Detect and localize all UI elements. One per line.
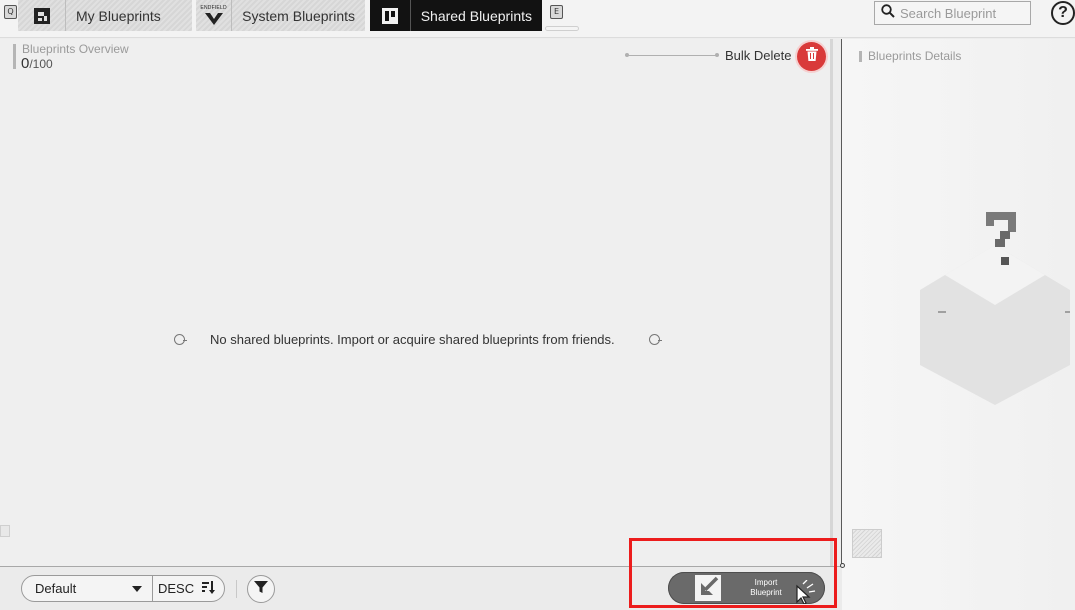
overview-title: Blueprints Overview — [22, 42, 129, 56]
sort-dropdown[interactable]: Default — [22, 576, 153, 601]
decorative-circle-icon — [649, 334, 662, 345]
panel-divider — [830, 39, 833, 566]
sort-descending-icon — [194, 580, 216, 597]
section-accent — [859, 51, 862, 62]
details-title: Blueprints Details — [868, 49, 962, 63]
key-hint-q: Q — [4, 5, 17, 19]
search-box[interactable] — [874, 1, 1031, 25]
sort-selected-label: Default — [35, 581, 77, 596]
tab-label: My Blueprints — [76, 7, 161, 24]
key-hint-e: E — [550, 5, 563, 19]
tab-label: Shared Blueprints — [420, 7, 532, 24]
blueprint-count: 0/100 — [21, 55, 53, 72]
trash-icon — [805, 47, 818, 66]
filter-button[interactable] — [247, 575, 275, 603]
chevron-down-icon — [132, 585, 142, 592]
shared-blueprints-icon — [370, 0, 411, 31]
endfield-logo-text: ENDFIELD — [200, 5, 227, 11]
decorative-circle-icon — [174, 334, 187, 345]
bulk-delete-label: Bulk Delete — [725, 48, 792, 63]
blueprints-overview-panel — [0, 39, 830, 566]
toolbar-separator — [236, 580, 237, 598]
blueprint-capacity: /100 — [29, 57, 53, 71]
hatched-placeholder — [852, 529, 882, 558]
tab-shared-blueprints[interactable]: Shared Blueprints — [370, 0, 542, 31]
top-tab-bar: Q My Blueprints ENDFIELD System Blueprin… — [0, 0, 1075, 38]
tab-indicator — [545, 26, 579, 31]
filter-icon — [254, 580, 268, 599]
bulk-delete-guide-line — [625, 53, 719, 57]
bulk-delete-button[interactable] — [797, 42, 826, 71]
search-input[interactable] — [900, 5, 1025, 21]
endfield-logo-icon: ENDFIELD — [196, 0, 233, 31]
tab-my-blueprints[interactable]: My Blueprints — [18, 0, 192, 31]
tab-system-blueprints[interactable]: ENDFIELD System Blueprints — [196, 0, 365, 31]
search-icon — [881, 3, 895, 23]
section-accent — [13, 44, 16, 69]
sort-order-label: DESC — [158, 581, 195, 596]
highlight-annotation-box — [629, 538, 837, 608]
empty-state-message: No shared blueprints. Import or acquire … — [210, 332, 615, 347]
tab-label: System Blueprints — [242, 7, 355, 24]
sort-control: Default DESC — [21, 575, 225, 602]
help-button[interactable]: ? — [1051, 1, 1075, 25]
corner-mark — [0, 525, 10, 537]
my-blueprints-icon — [18, 0, 66, 31]
divider-knob — [840, 563, 845, 568]
sort-order-toggle[interactable]: DESC — [153, 580, 216, 597]
unknown-cube-icon — [920, 205, 1070, 410]
